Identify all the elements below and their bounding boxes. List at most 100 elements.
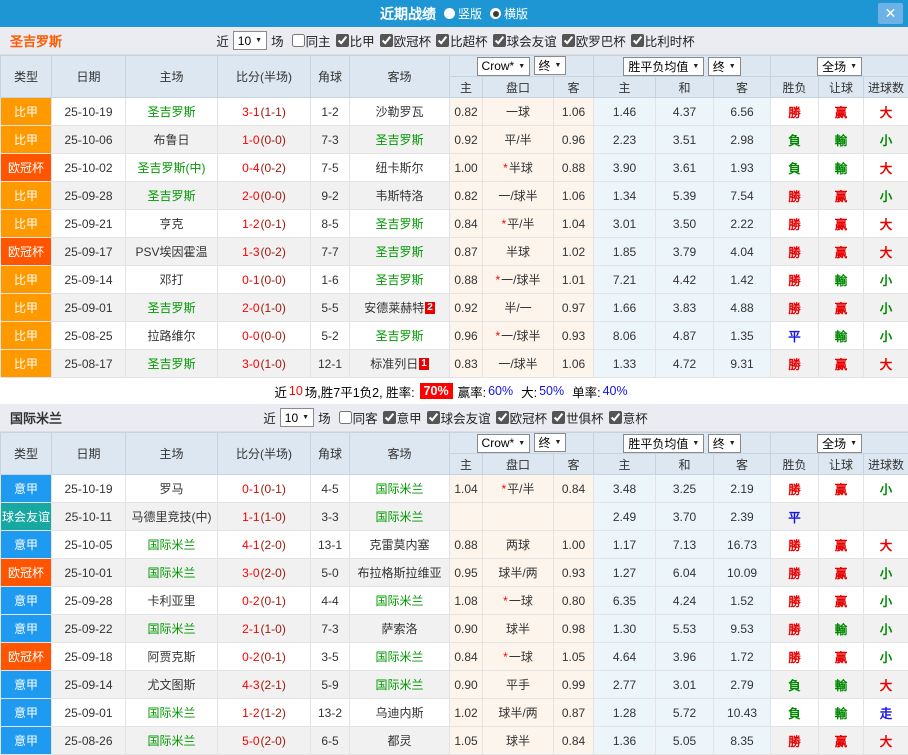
match-count-select-1[interactable]: 10 ▼ bbox=[233, 31, 267, 50]
mean-type-select[interactable]: 胜平负均值▼ bbox=[623, 434, 704, 453]
filter-checkbox[interactable] bbox=[493, 34, 506, 47]
odds-stage-select[interactable]: 终▼ bbox=[534, 433, 567, 452]
radio-checked-icon[interactable] bbox=[490, 8, 501, 19]
result-handicap: 赢 bbox=[819, 182, 864, 210]
halftime-score: (1-0) bbox=[261, 357, 286, 371]
match-date: 25-09-28 bbox=[52, 587, 126, 615]
result-goals: 大 bbox=[864, 671, 908, 699]
filter-checkbox[interactable] bbox=[436, 34, 449, 47]
scope-select[interactable]: 全场▼ bbox=[817, 57, 862, 76]
odds-handicap: 球半 bbox=[483, 727, 554, 755]
filter-option[interactable]: 同客 bbox=[339, 408, 378, 427]
filter-option[interactable]: 同主 bbox=[292, 31, 331, 50]
mean-draw: 4.87 bbox=[656, 322, 714, 350]
away-team: 圣吉罗斯 bbox=[350, 126, 450, 154]
odds-away: 1.05 bbox=[554, 643, 594, 671]
odds-stage-select[interactable]: 终▼ bbox=[534, 56, 567, 75]
match-score: 1-2(0-1) bbox=[218, 210, 311, 238]
filter-checkbox[interactable] bbox=[380, 34, 393, 47]
result-goals: 小 bbox=[864, 182, 908, 210]
filter-option[interactable]: 比利时杯 bbox=[631, 31, 695, 50]
subcol-goals: 进球数 bbox=[864, 77, 908, 98]
match-count-value: 10 bbox=[285, 411, 298, 425]
filter-checkbox[interactable] bbox=[562, 34, 575, 47]
away-team: 安德莱赫特2 bbox=[350, 294, 450, 322]
away-team: 圣吉罗斯 bbox=[350, 238, 450, 266]
result-goals: 大 bbox=[864, 210, 908, 238]
fulltime-score: 1-2 bbox=[242, 217, 259, 231]
mean-home: 1.85 bbox=[594, 238, 656, 266]
mean-home: 3.48 bbox=[594, 475, 656, 503]
odds-source-select[interactable]: Crow*▼ bbox=[477, 434, 531, 453]
match-date: 25-08-26 bbox=[52, 727, 126, 755]
match-row: 比甲25-10-06布鲁日1-0(0-0)7-3圣吉罗斯0.92平/半0.962… bbox=[1, 126, 908, 154]
mean-home: 1.28 bbox=[594, 699, 656, 727]
match-count-value: 10 bbox=[238, 34, 251, 48]
filter-option[interactable]: 欧罗巴杯 bbox=[562, 31, 626, 50]
col-home: 主场 bbox=[126, 433, 218, 475]
dropdown-arrow-icon: ▼ bbox=[518, 63, 525, 70]
filter-option[interactable]: 球会友谊 bbox=[493, 31, 557, 50]
mean-away: 4.04 bbox=[714, 238, 771, 266]
window-title: 近期战绩 bbox=[380, 4, 436, 24]
filter-checkbox[interactable] bbox=[496, 411, 509, 424]
mean-away: 9.31 bbox=[714, 350, 771, 378]
halftime-score: (1-0) bbox=[261, 510, 286, 524]
filter-option[interactable]: 球会友谊 bbox=[427, 408, 491, 427]
corner-score: 1-6 bbox=[311, 266, 350, 294]
corner-score: 7-5 bbox=[311, 154, 350, 182]
filter-option[interactable]: 比甲 bbox=[336, 31, 375, 50]
filter-checkbox[interactable] bbox=[552, 411, 565, 424]
radio-unchecked-icon[interactable] bbox=[444, 8, 455, 19]
filter-option[interactable]: 欧冠杯 bbox=[496, 408, 548, 427]
odds-home: 0.92 bbox=[450, 294, 483, 322]
match-score: 0-1(0-1) bbox=[218, 475, 311, 503]
filter-option[interactable]: 世俱杯 bbox=[552, 408, 604, 427]
odds-source-select[interactable]: Crow*▼ bbox=[477, 57, 531, 76]
mean-away: 2.19 bbox=[714, 475, 771, 503]
mean-draw: 3.50 bbox=[656, 210, 714, 238]
match-date: 25-09-21 bbox=[52, 210, 126, 238]
match-count-select-2[interactable]: 10 ▼ bbox=[280, 408, 314, 427]
mean-group-header: 胜平负均值▼ 终▼ bbox=[594, 433, 771, 454]
mean-away: 6.56 bbox=[714, 98, 771, 126]
mean-stage-select[interactable]: 终▼ bbox=[708, 434, 741, 453]
filter-option[interactable]: 比超杯 bbox=[436, 31, 488, 50]
filter-label: 欧冠杯 bbox=[510, 408, 548, 427]
scope-select[interactable]: 全场▼ bbox=[817, 434, 862, 453]
filter-label: 比超杯 bbox=[450, 31, 488, 50]
filter-option[interactable]: 欧冠杯 bbox=[380, 31, 432, 50]
filter-checkbox[interactable] bbox=[631, 34, 644, 47]
odds-home: 0.92 bbox=[450, 126, 483, 154]
match-score: 3-0(1-0) bbox=[218, 350, 311, 378]
mean-type-select[interactable]: 胜平负均值▼ bbox=[623, 57, 704, 76]
match-score: 3-0(2-0) bbox=[218, 559, 311, 587]
fulltime-score: 3-1 bbox=[242, 105, 259, 119]
filter-option[interactable]: 意杯 bbox=[609, 408, 648, 427]
filter-checkbox[interactable] bbox=[339, 411, 352, 424]
odds-handicap: *平/半 bbox=[483, 210, 554, 238]
mean-draw: 3.25 bbox=[656, 475, 714, 503]
filter-checkbox[interactable] bbox=[609, 411, 622, 424]
filter-checkbox[interactable] bbox=[292, 34, 305, 47]
match-type: 比甲 bbox=[1, 322, 52, 350]
filter-checkbox[interactable] bbox=[427, 411, 440, 424]
halftime-score: (1-2) bbox=[261, 706, 286, 720]
odds-home: 0.87 bbox=[450, 238, 483, 266]
corner-score: 5-9 bbox=[311, 671, 350, 699]
odds-away: 1.06 bbox=[554, 350, 594, 378]
result-goals: 大 bbox=[864, 727, 908, 755]
fulltime-score: 1-3 bbox=[242, 245, 259, 259]
layout-radio-horizontal[interactable]: 横版 bbox=[484, 5, 528, 22]
mean-away: 4.88 bbox=[714, 294, 771, 322]
mean-away: 8.35 bbox=[714, 727, 771, 755]
filter-checkbox[interactable] bbox=[383, 411, 396, 424]
subcol-mean-draw: 和 bbox=[656, 77, 714, 98]
filter-checkbox[interactable] bbox=[336, 34, 349, 47]
dropdown-arrow-icon: ▼ bbox=[555, 62, 562, 69]
close-button[interactable]: ✕ bbox=[878, 3, 903, 24]
filter-option[interactable]: 意甲 bbox=[383, 408, 422, 427]
odds-handicap: 一/球半 bbox=[483, 182, 554, 210]
layout-radio-vertical[interactable]: 竖版 bbox=[438, 5, 482, 22]
mean-stage-select[interactable]: 终▼ bbox=[708, 57, 741, 76]
